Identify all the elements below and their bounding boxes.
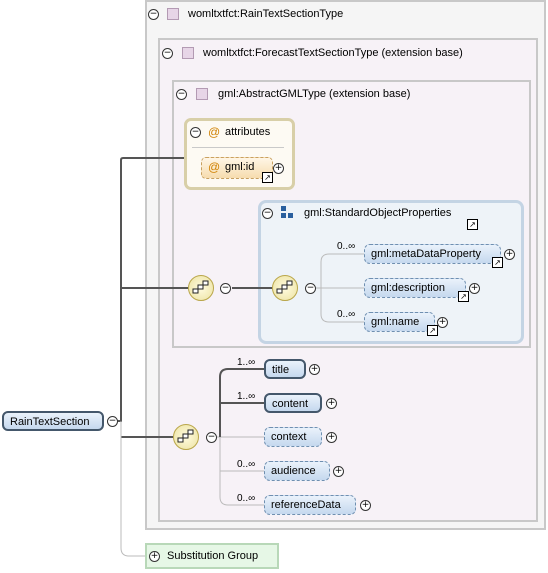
multiplicity-label: 0..∞	[337, 309, 356, 320]
plus-circle-icon[interactable]: +	[469, 283, 480, 294]
element-title[interactable]: title	[264, 359, 306, 379]
multiplicity-label: 1..∞	[237, 357, 256, 368]
plus-circle-icon[interactable]: +	[326, 398, 337, 409]
arrow-ref-icon: ↗	[458, 291, 469, 302]
plus-circle-icon[interactable]: +	[149, 551, 160, 562]
element-context[interactable]: context	[264, 427, 322, 447]
element-label: audience	[271, 465, 316, 477]
sequence-compositor-icon[interactable]	[272, 275, 298, 301]
multiplicity-label: 0..∞	[337, 241, 356, 252]
collapse-icon[interactable]: −	[107, 416, 118, 427]
plus-circle-icon[interactable]: +	[333, 466, 344, 477]
arrow-ref-icon: ↗	[427, 325, 438, 336]
multiplicity-label: 1..∞	[237, 391, 256, 402]
plus-circle-icon[interactable]: +	[437, 317, 448, 328]
element-label: gml:name	[371, 316, 420, 328]
element-gml-meta-data-property[interactable]: gml:metaDataProperty	[364, 244, 501, 264]
element-gml-name[interactable]: gml:name	[364, 312, 435, 332]
collapse-icon[interactable]: −	[206, 432, 217, 443]
root-element[interactable]: RainTextSection	[2, 411, 104, 431]
root-element-label: RainTextSection	[10, 416, 90, 428]
element-label: content	[272, 398, 309, 410]
element-label: gml:description	[371, 282, 445, 294]
collapse-icon[interactable]: −	[220, 283, 231, 294]
element-content[interactable]: content	[264, 393, 322, 413]
sequence-compositor-icon[interactable]	[188, 275, 214, 301]
element-gml-description[interactable]: gml:description	[364, 278, 466, 298]
collapse-icon[interactable]: −	[305, 283, 316, 294]
plus-circle-icon[interactable]: +	[309, 364, 320, 375]
sequence-compositor-icon[interactable]	[173, 424, 199, 450]
arrow-ref-icon: ↗	[492, 257, 503, 268]
element-reference-data[interactable]: referenceData	[264, 495, 356, 515]
substitution-group-label: Substitution Group	[167, 550, 259, 562]
element-label: title	[272, 364, 290, 376]
plus-circle-icon[interactable]: +	[326, 432, 337, 443]
element-label: gml:metaDataProperty	[371, 248, 482, 260]
plus-circle-icon[interactable]: +	[360, 500, 371, 511]
element-label: context	[271, 431, 307, 443]
plus-circle-icon[interactable]: +	[504, 249, 515, 260]
multiplicity-label: 0..∞	[237, 493, 256, 504]
element-label: referenceData	[271, 499, 341, 511]
element-audience[interactable]: audience	[264, 461, 330, 481]
multiplicity-label: 0..∞	[237, 459, 256, 470]
